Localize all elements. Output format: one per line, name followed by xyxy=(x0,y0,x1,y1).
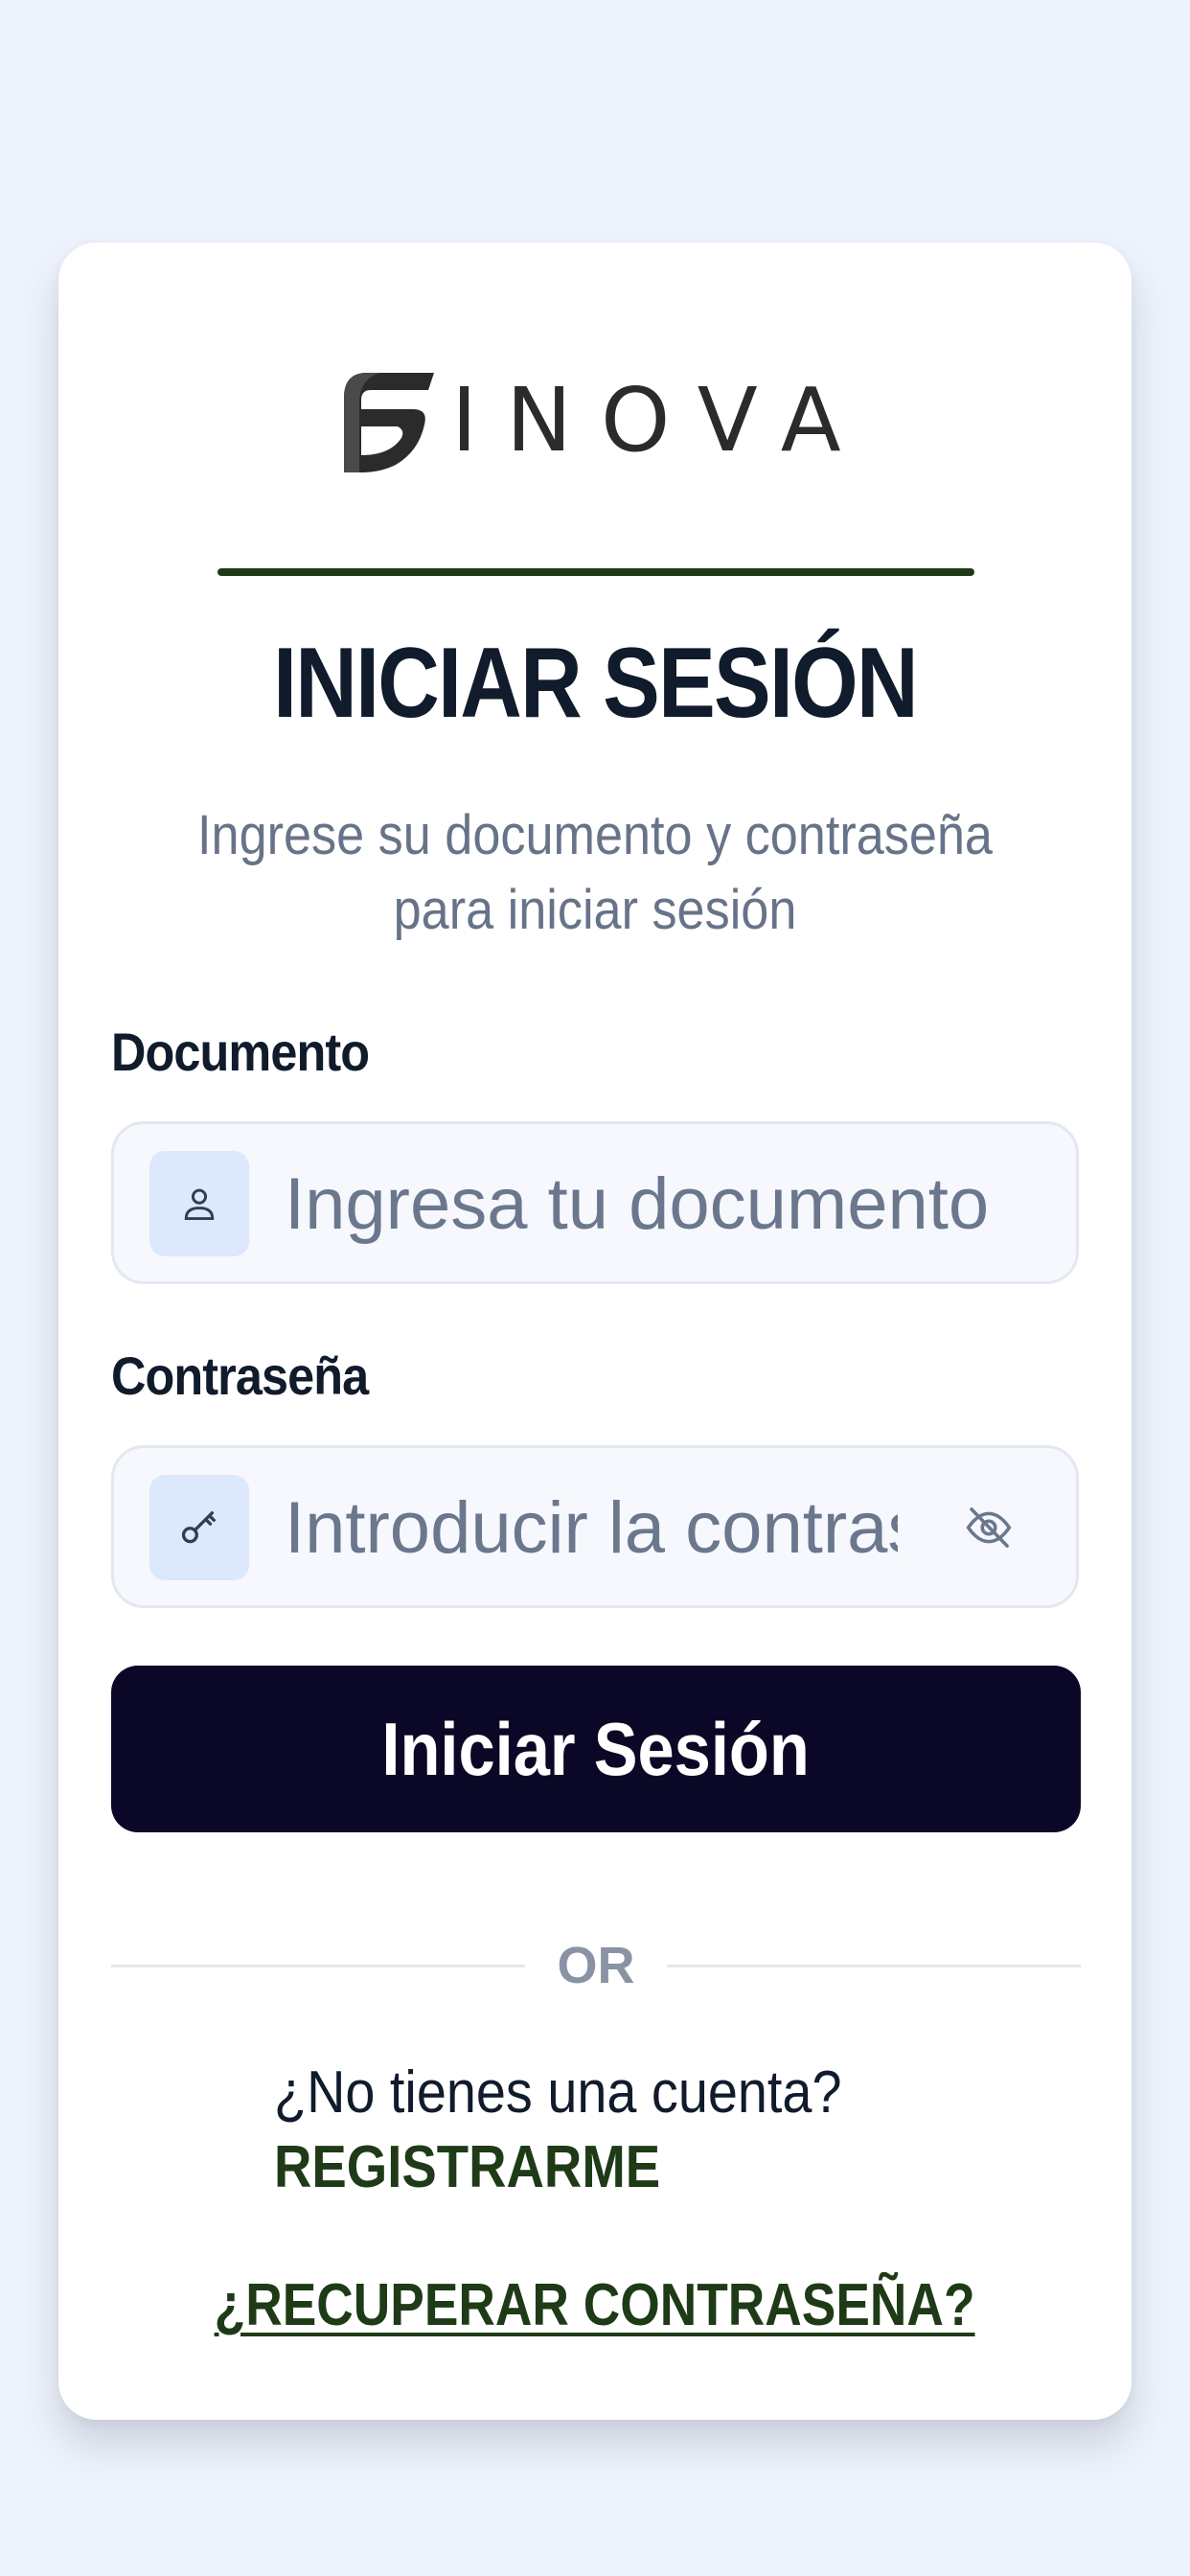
password-input[interactable] xyxy=(285,1467,898,1588)
recover-password-label[interactable]: ¿RECUPERAR CONTRASEÑA? xyxy=(215,2276,975,2335)
subtitle-line-1: Ingrese su documento y contraseña xyxy=(197,804,993,866)
login-button-label: Iniciar Sesión xyxy=(381,1706,811,1791)
or-label: OR xyxy=(557,1937,635,1994)
register-link[interactable]: REGISTRARME xyxy=(274,2138,660,2197)
eye-off-icon xyxy=(966,1507,1012,1548)
page-subtitle: Ingrese su documento y contraseña para i… xyxy=(164,798,1026,948)
or-separator: OR xyxy=(111,1937,1081,1994)
header-divider xyxy=(217,568,974,576)
inova-logo: INOVA xyxy=(338,365,856,476)
no-account-text: ¿No tienes una cuenta? xyxy=(274,2059,842,2126)
login-button[interactable]: Iniciar Sesión xyxy=(111,1666,1081,1832)
page-title: INICIAR SESIÓN xyxy=(273,628,918,739)
document-field[interactable] xyxy=(111,1121,1079,1284)
toggle-password-visibility-button[interactable] xyxy=(957,1498,1020,1557)
inova-logo-text: INOVA xyxy=(451,369,870,472)
user-icon-box xyxy=(149,1151,249,1256)
subtitle-line-2: para iniciar sesión xyxy=(393,879,797,941)
password-field[interactable] xyxy=(111,1445,1079,1608)
key-icon xyxy=(181,1511,216,1544)
user-icon xyxy=(184,1188,215,1221)
document-input[interactable] xyxy=(285,1143,1051,1264)
key-icon-box xyxy=(149,1475,249,1580)
or-divider-left xyxy=(111,1965,525,1967)
recover-password-link[interactable]: ¿RECUPERAR CONTRASEÑA? xyxy=(58,2276,1132,2335)
password-label: Contraseña xyxy=(111,1346,369,1406)
login-card: INOVA INICIAR SESIÓN Ingrese su document… xyxy=(58,242,1132,2420)
or-divider-right xyxy=(667,1965,1081,1967)
inova-logo-mark-icon xyxy=(344,373,434,472)
document-label: Documento xyxy=(111,1022,370,1082)
